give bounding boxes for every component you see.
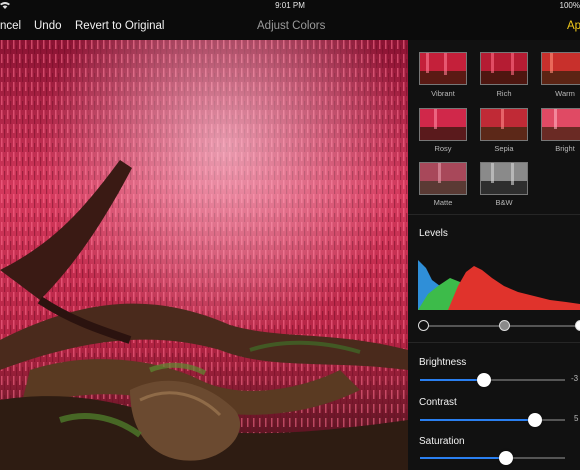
preset-label: Vibrant (431, 89, 455, 98)
battery-percent: 100% (559, 1, 580, 10)
contrast-slider[interactable] (408, 412, 568, 428)
adjust-panel: Vibrant Rich Warm Rosy Sepia Bright Matt… (408, 40, 580, 470)
divider (408, 342, 580, 343)
preset-label: Rosy (434, 144, 452, 153)
levels-white-point-handle[interactable] (575, 320, 580, 331)
preset-thumbnail-bw[interactable] (480, 162, 528, 195)
preset-thumbnail-matte[interactable] (419, 162, 467, 195)
status-time: 9:01 PM (275, 1, 305, 10)
brightness-value: -3 (571, 374, 579, 383)
saturation-fill (420, 457, 506, 459)
brightness-slider[interactable] (408, 372, 568, 388)
preset-thumbnail-warm[interactable] (541, 52, 580, 85)
brightness-label: Brightness (419, 357, 467, 368)
preset-thumbnail-rosy[interactable] (419, 108, 467, 141)
page-title: Adjust Colors (257, 20, 326, 32)
contrast-label: Contrast (419, 397, 457, 408)
levels-midtone-handle[interactable] (499, 320, 510, 331)
brightness-knob[interactable] (476, 373, 491, 387)
preset-thumbnail-vibrant[interactable] (419, 52, 467, 85)
contrast-fill (420, 419, 535, 421)
levels-histogram[interactable] (418, 256, 580, 310)
cancel-button[interactable]: ncel (0, 20, 21, 32)
preset-thumbnail-rich[interactable] (480, 52, 528, 85)
preset-label: Matte (433, 198, 453, 207)
preset-label: Bright (555, 144, 575, 153)
levels-black-point-handle[interactable] (418, 320, 429, 331)
revert-to-original-button[interactable]: Revert to Original (75, 20, 164, 32)
saturation-label: Saturation (419, 436, 465, 447)
preset-thumbnail-sepia[interactable] (480, 108, 528, 141)
preset-label: B&W (495, 198, 513, 207)
contrast-value: 5 (574, 414, 579, 423)
undo-button[interactable]: Undo (34, 20, 62, 32)
status-bar: 9:01 PM 100% (0, 0, 580, 12)
saturation-slider[interactable] (408, 450, 568, 466)
brightness-fill (420, 379, 484, 381)
preset-label: Warm (555, 89, 575, 98)
preset-label: Rich (496, 89, 512, 98)
contrast-knob[interactable] (527, 413, 542, 427)
preset-thumbnail-bright[interactable] (541, 108, 580, 141)
photo-preview[interactable] (0, 40, 408, 470)
divider (408, 214, 580, 215)
levels-label: Levels (419, 228, 448, 239)
apply-button[interactable]: Ap (567, 20, 580, 32)
saturation-knob[interactable] (498, 451, 513, 465)
preset-label: Sepia (494, 144, 514, 153)
toolbar: ncel Undo Revert to Original Adjust Colo… (0, 12, 580, 40)
